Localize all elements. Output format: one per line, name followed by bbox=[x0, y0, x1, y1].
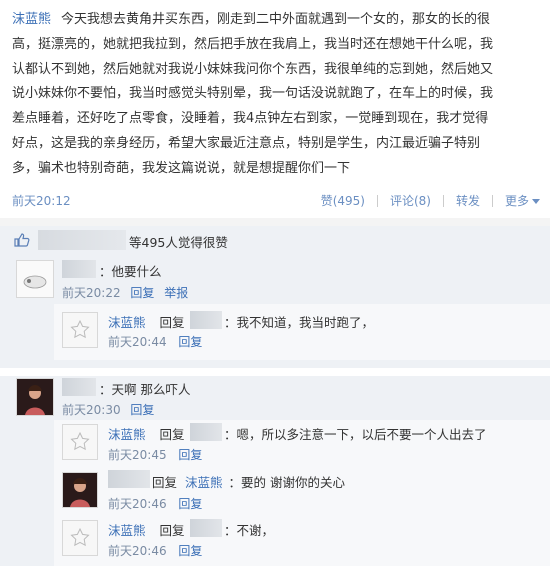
comment-time: 前天20:30 bbox=[62, 403, 121, 417]
reply-thread: 沫蓝熊 回复 ：我不知道，我当时跑了， 前天20:44 回复 bbox=[54, 304, 550, 360]
reply-link[interactable]: 回复 bbox=[178, 497, 202, 511]
reply-word: 回复 bbox=[159, 427, 185, 442]
photo-avatar-icon bbox=[17, 379, 53, 415]
reply-meta: 前天20:46 回复 bbox=[108, 495, 202, 512]
chevron-down-icon bbox=[532, 199, 540, 204]
reply-link[interactable]: 回复 bbox=[130, 403, 154, 417]
reply-text: 沫蓝熊 回复 bbox=[108, 312, 185, 331]
thumbs-up-icon bbox=[14, 233, 30, 247]
post-line: 好点，这是我的亲身经历，希望大家最近注意点，特别是学生，内江最近骗子特别 bbox=[12, 135, 481, 151]
comment-meta: 前天20:30 回复 bbox=[62, 401, 154, 418]
post-line: 沫蓝熊 今天我想去黄角井买东西，刚走到二中外面就遇到一个女的，那女的长的很 bbox=[12, 8, 540, 33]
reply-meta: 前天20:44 回复 bbox=[108, 333, 202, 350]
post-line: 差点睡着，还好吃了点零食，没睡着，我4点钟左右到家，一觉睡到现在，我才觉得 bbox=[12, 111, 489, 127]
blurred-username bbox=[62, 260, 96, 278]
photo-avatar-icon bbox=[63, 473, 97, 507]
more-label: 更多 bbox=[504, 194, 529, 208]
avatar[interactable] bbox=[62, 424, 98, 460]
blurred-username bbox=[190, 519, 222, 537]
likes-bar: 等495人觉得很赞 bbox=[0, 226, 550, 254]
blurred-usernames bbox=[38, 230, 126, 250]
reply-meta: 前天20:45 回复 bbox=[108, 446, 202, 463]
avatar[interactable] bbox=[16, 378, 54, 416]
post-line: 认都认不到她，然后她就对我说小妹妹我问你个东西，我很单纯的忘到她，然后她又 bbox=[12, 61, 494, 77]
reply-text: 回复 沫蓝熊 ：要的 谢谢你的关心 bbox=[152, 472, 345, 491]
comment-meta: 前天20:22 回复 举报 bbox=[62, 284, 188, 301]
reply-text: 沫蓝熊 回复 bbox=[108, 424, 185, 443]
post-content: 沫蓝熊 今天我想去黄角井买东西，刚走到二中外面就遇到一个女的，那女的长的很 高，挺… bbox=[12, 8, 540, 182]
blurred-username bbox=[190, 423, 222, 441]
divider bbox=[376, 194, 378, 207]
more-button[interactable]: 更多 bbox=[505, 192, 540, 209]
reply-link[interactable]: 回复 bbox=[178, 544, 202, 558]
reply-text: 沫蓝熊 回复 bbox=[108, 520, 185, 539]
post-card: 沫蓝熊 今天我想去黄角井买东西，刚走到二中外面就遇到一个女的，那女的长的很 高，挺… bbox=[0, 0, 550, 218]
comment-time: 前天20:22 bbox=[62, 286, 121, 300]
blurred-username bbox=[108, 470, 150, 488]
reply-author-link[interactable]: 沫蓝熊 bbox=[108, 427, 146, 442]
reply-meta: 前天20:46 回复 bbox=[108, 542, 202, 559]
post-actions: 赞(495) 评论(8) 转发 更多 bbox=[321, 192, 540, 209]
star-placeholder-icon bbox=[70, 431, 90, 451]
comment: ：天啊 那么吓人 前天20:30 回复 沫蓝熊 回复 ：嗯，所以多注意一下，以后… bbox=[0, 376, 550, 566]
likes-count-text[interactable]: 等495人觉得很赞 bbox=[129, 232, 228, 251]
comment: ：他要什么 前天20:22 回复 举报 沫蓝熊 回复 ：我不知道，我当时跑了， … bbox=[0, 254, 550, 368]
forward-button[interactable]: 转发 bbox=[456, 192, 480, 209]
comment-text: ：天啊 那么吓人 bbox=[99, 382, 191, 397]
reply-content: ：要的 谢谢你的关心 bbox=[228, 475, 345, 490]
report-link[interactable]: 举报 bbox=[164, 286, 188, 300]
blurred-username bbox=[190, 311, 222, 329]
reply-thread: 沫蓝熊 回复 ：嗯，所以多注意一下，以后不要一个人出去了 前天20:45 回复 … bbox=[54, 420, 550, 566]
comment-button[interactable]: 评论(8) bbox=[390, 192, 431, 209]
reply-content: ：不谢， bbox=[224, 523, 275, 538]
sheep-avatar-icon bbox=[17, 261, 53, 297]
reply-target-link[interactable]: 沫蓝熊 bbox=[185, 475, 223, 490]
avatar[interactable] bbox=[62, 472, 98, 508]
divider bbox=[0, 368, 550, 376]
post-line: 说小妹妹你不要怕，我当时感觉头特别晕，我一句话没说就跑了，在车上的时候，我 bbox=[12, 86, 494, 102]
like-button[interactable]: 赞(495) bbox=[321, 192, 365, 209]
reply-word: 回复 bbox=[159, 523, 185, 538]
avatar[interactable] bbox=[62, 520, 98, 556]
divider bbox=[491, 194, 493, 207]
divider bbox=[442, 194, 444, 207]
reply-content: ：嗯，所以多注意一下，以后不要一个人出去了 bbox=[224, 427, 487, 442]
comment-text: ：他要什么 bbox=[99, 264, 162, 279]
post-line-text: 今天我想去黄角井买东西，刚走到二中外面就遇到一个女的，那女的长的很 bbox=[61, 12, 491, 27]
post-author-link[interactable]: 沫蓝熊 bbox=[12, 12, 51, 27]
post-time[interactable]: 前天20:12 bbox=[12, 192, 71, 209]
post-footer: 前天20:12 赞(495) 评论(8) 转发 更多 bbox=[12, 192, 540, 210]
star-placeholder-icon bbox=[70, 527, 90, 547]
reply-link[interactable]: 回复 bbox=[178, 335, 202, 349]
post-line: 高，挺漂亮的，她就把我拉到，然后把手放在我肩上，我当时还在想她干什么呢，我 bbox=[12, 36, 494, 52]
star-placeholder-icon bbox=[70, 319, 90, 339]
reply-time: 前天20:46 bbox=[108, 497, 167, 511]
blurred-username bbox=[62, 378, 96, 396]
reply-link[interactable]: 回复 bbox=[178, 448, 202, 462]
reply-time: 前天20:46 bbox=[108, 544, 167, 558]
reply-content: ：我不知道，我当时跑了， bbox=[224, 315, 375, 330]
reply-link[interactable]: 回复 bbox=[130, 286, 154, 300]
reply-word: 回复 bbox=[159, 315, 185, 330]
reply-time: 前天20:44 bbox=[108, 335, 167, 349]
avatar[interactable] bbox=[16, 260, 54, 298]
reply-time: 前天20:45 bbox=[108, 448, 167, 462]
reply-author-link[interactable]: 沫蓝熊 bbox=[108, 523, 146, 538]
avatar[interactable] bbox=[62, 312, 98, 348]
reply-word: 回复 bbox=[152, 475, 178, 490]
reply-author-link[interactable]: 沫蓝熊 bbox=[108, 315, 146, 330]
post-line: 多，骗术也特别奇葩，我发这篇说说，就是想提醒你们一下 bbox=[12, 160, 351, 176]
